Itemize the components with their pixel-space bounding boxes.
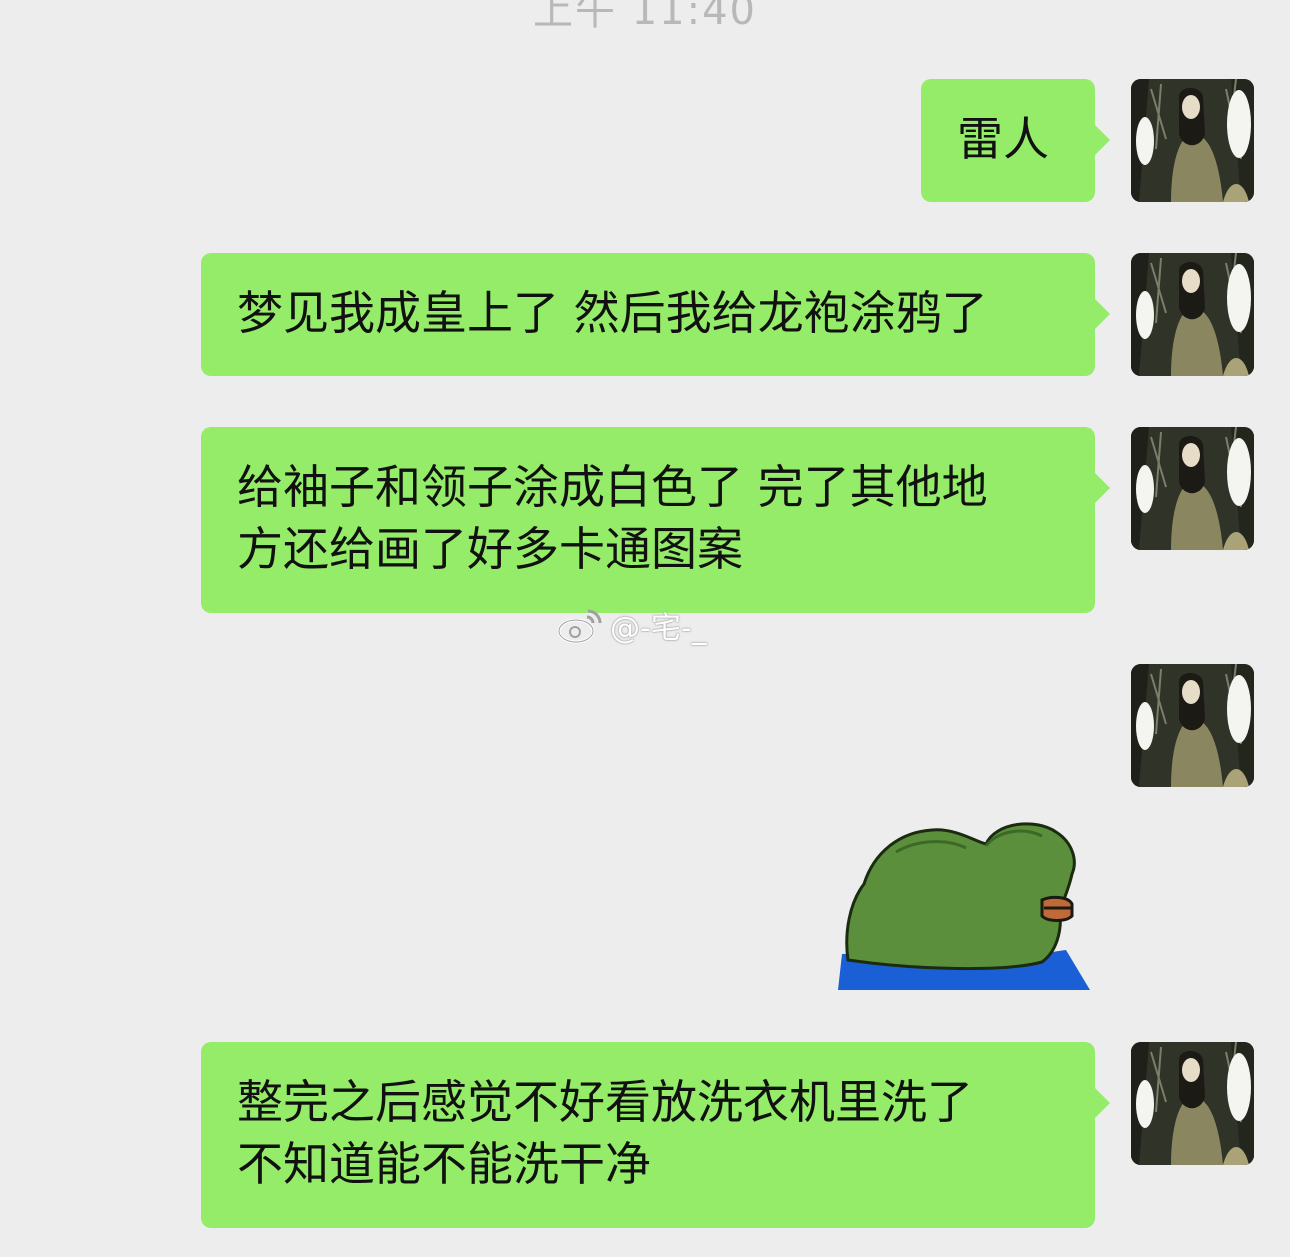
message-row: 整完之后感觉不好看放洗衣机里洗了 不知道能不能洗干净	[201, 1042, 1254, 1228]
message-text: 梦见我成皇上了 然后我给龙袍涂鸦了	[237, 286, 988, 340]
message-text: 雷人	[957, 112, 1049, 166]
message-row: 给袖子和领子涂成白色了 完了其他地 方还给画了好多卡通图案	[201, 427, 1254, 613]
avatar-image	[1131, 427, 1254, 550]
avatar[interactable]	[1131, 664, 1254, 787]
message-bubble[interactable]: 雷人	[921, 79, 1110, 202]
avatar[interactable]	[1131, 427, 1254, 550]
chat-timestamp: 上午 11:40	[533, 0, 757, 34]
avatar-image	[1131, 253, 1254, 376]
message-text-line: 整完之后感觉不好看放洗衣机里洗了	[237, 1075, 973, 1129]
message-row	[1131, 664, 1254, 787]
avatar-image	[1131, 664, 1254, 787]
message-bubble[interactable]: 梦见我成皇上了 然后我给龙袍涂鸦了	[201, 253, 1110, 376]
avatar-image	[1131, 1042, 1254, 1165]
weibo-icon	[557, 609, 602, 644]
message-text-line: 给袖子和领子涂成白色了 完了其他地	[237, 460, 988, 514]
message-row: 梦见我成皇上了 然后我给龙袍涂鸦了	[201, 253, 1254, 376]
avatar[interactable]	[1131, 253, 1254, 376]
message-text-line: 不知道能不能洗干净	[237, 1137, 651, 1191]
message-text-line: 方还给画了好多卡通图案	[237, 522, 743, 576]
frog-icon	[838, 822, 1090, 990]
avatar-image	[1131, 79, 1254, 202]
weibo-watermark: @-宅-_	[556, 603, 707, 647]
avatar[interactable]	[1131, 79, 1254, 202]
message-row: 雷人	[921, 79, 1254, 202]
pepe-frog-sticker[interactable]	[836, 812, 1094, 992]
avatar[interactable]	[1131, 1042, 1254, 1165]
watermark-text: @-宅-_	[610, 611, 707, 646]
message-bubble[interactable]: 给袖子和领子涂成白色了 完了其他地 方还给画了好多卡通图案	[201, 427, 1110, 613]
message-bubble[interactable]: 整完之后感觉不好看放洗衣机里洗了 不知道能不能洗干净	[201, 1042, 1110, 1228]
